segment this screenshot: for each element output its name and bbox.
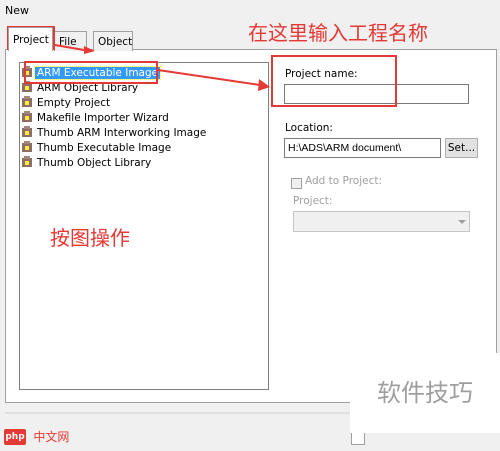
- arrow-line: [54, 44, 85, 51]
- watermark: 软件技巧: [350, 353, 500, 433]
- tab-project[interactable]: Project: [8, 27, 53, 51]
- operation-instruction-annotation: 按图操作: [50, 226, 130, 250]
- name-instruction-annotation: 在这里输入工程名称: [248, 21, 428, 45]
- arrow-head: [84, 46, 95, 54]
- arrow-head: [258, 79, 270, 91]
- site-logo: php 中文网: [4, 429, 69, 447]
- site-name: 中文网: [33, 430, 70, 444]
- php-logo: php: [4, 429, 26, 445]
- arrow-line: [157, 69, 261, 86]
